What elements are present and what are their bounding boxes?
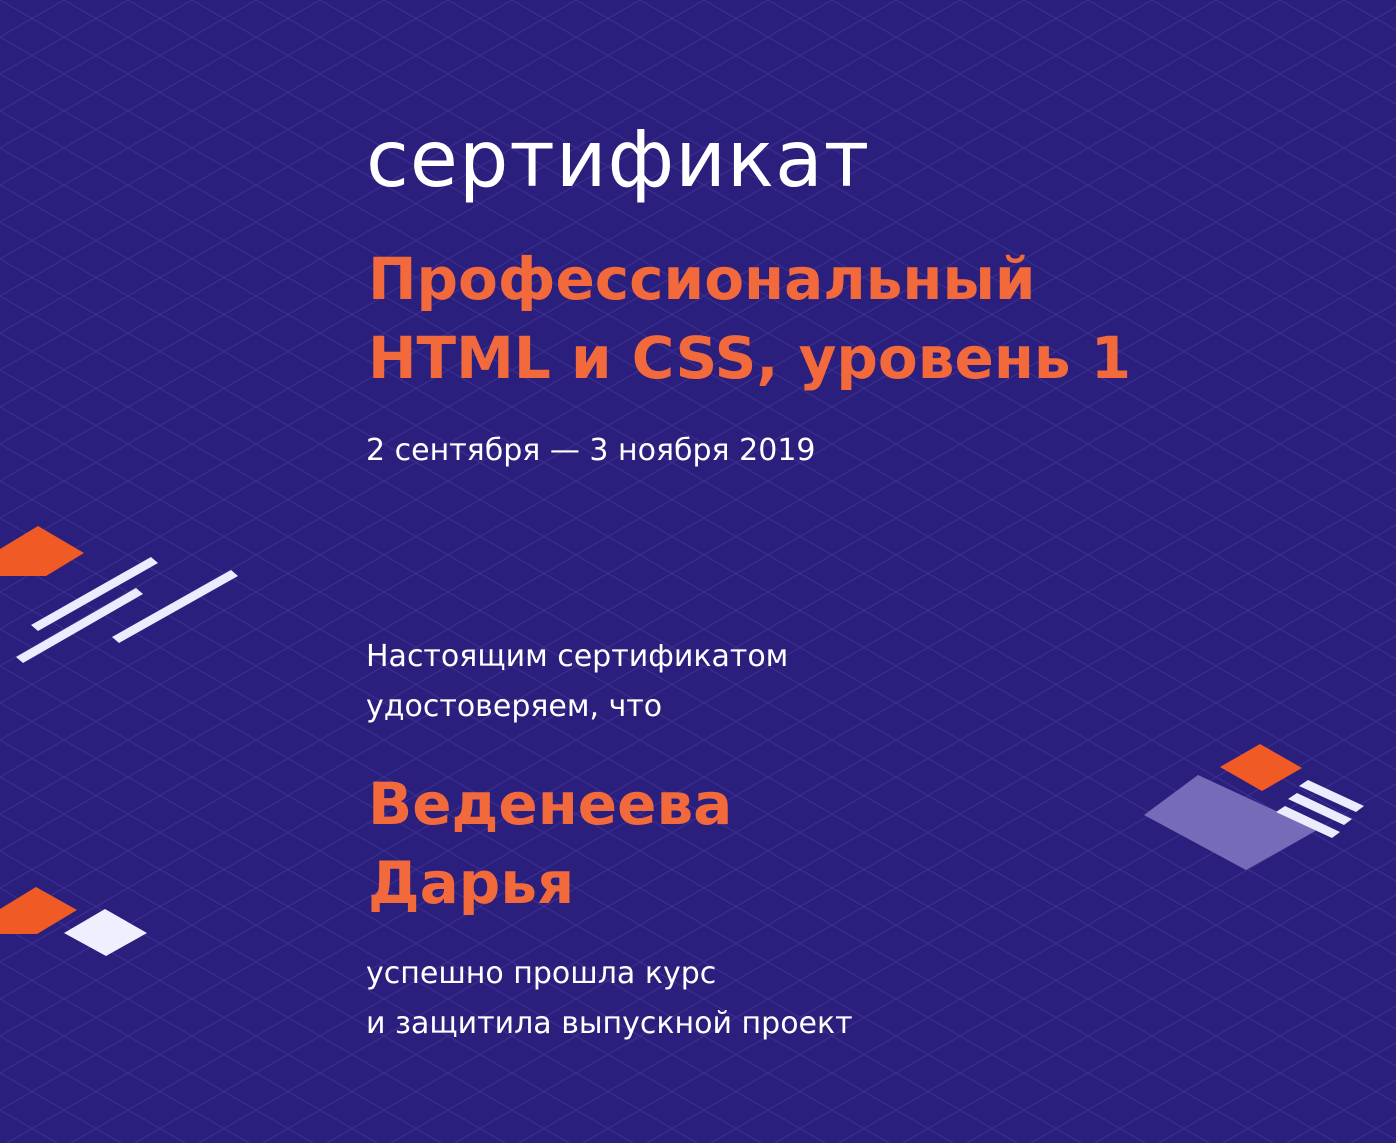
course-title-line-1: Профессиональный <box>368 245 1036 313</box>
certificate-page: сертификат Профессиональный HTML и CSS, … <box>0 0 1396 1143</box>
intro-line-2: удостоверяем, что <box>366 689 663 724</box>
recipient-name: Веденеева Дарья <box>368 765 732 923</box>
certificate-heading: сертификат <box>366 115 871 205</box>
white-rhombus-bottom-left <box>64 909 147 956</box>
orange-rhombus-right <box>1220 744 1302 791</box>
white-stripe-left-3 <box>112 570 238 643</box>
certificate-intro: Настоящим сертификатом удостоверяем, что <box>366 632 788 732</box>
recipient-first-name: Дарья <box>368 849 575 917</box>
result-line-2: и защитила выпускной проект <box>366 1006 853 1041</box>
orange-rhombus-bottom-left <box>0 887 77 934</box>
course-title-line-2: HTML и CSS, уровень 1 <box>368 324 1132 392</box>
intro-line-1: Настоящим сертификатом <box>366 639 789 674</box>
course-dates: 2 сентября — 3 ноября 2019 <box>366 433 816 468</box>
result-line-1: успешно прошла курс <box>366 956 717 991</box>
recipient-surname: Веденеева <box>368 770 733 838</box>
course-result: успешно прошла курс и защитила выпускной… <box>366 949 853 1049</box>
orange-rhombus-top-left <box>0 526 84 576</box>
course-title: Профессиональный HTML и CSS, уровень 1 <box>368 240 1131 398</box>
translucent-panel-right <box>1144 775 1317 870</box>
